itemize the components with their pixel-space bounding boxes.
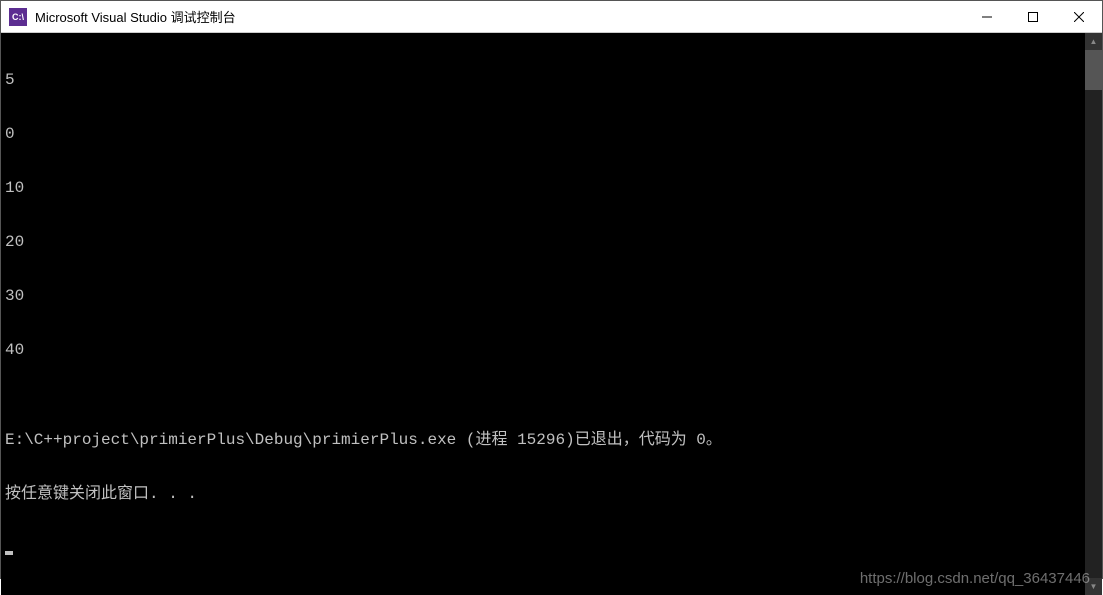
minimize-button[interactable]: [964, 1, 1010, 32]
maximize-button[interactable]: [1010, 1, 1056, 32]
output-line: 30: [5, 287, 1081, 305]
output-line: 5: [5, 71, 1081, 89]
output-line: 0: [5, 125, 1081, 143]
scroll-up-button[interactable]: ▲: [1085, 33, 1102, 50]
console-output[interactable]: 5 0 10 20 30 40 E:\C++project\primierPlu…: [1, 33, 1085, 595]
scroll-down-button[interactable]: ▼: [1085, 578, 1102, 595]
output-line: E:\C++project\primierPlus\Debug\primierP…: [5, 431, 1081, 449]
cursor-icon: [5, 551, 13, 555]
titlebar[interactable]: C:\ Microsoft Visual Studio 调试控制台: [1, 1, 1102, 33]
cursor-line: [5, 539, 1081, 557]
output-line: 20: [5, 233, 1081, 251]
window-controls: [964, 1, 1102, 32]
window-title: Microsoft Visual Studio 调试控制台: [35, 7, 964, 26]
output-line: 按任意键关闭此窗口. . .: [5, 485, 1081, 503]
app-icon: C:\: [9, 8, 27, 26]
output-line: 10: [5, 179, 1081, 197]
console-window: C:\ Microsoft Visual Studio 调试控制台 5 0 10…: [0, 0, 1103, 579]
console-area: 5 0 10 20 30 40 E:\C++project\primierPlu…: [1, 33, 1102, 595]
close-button[interactable]: [1056, 1, 1102, 32]
scroll-thumb[interactable]: [1085, 50, 1102, 90]
vertical-scrollbar[interactable]: ▲ ▼: [1085, 33, 1102, 595]
output-line: 40: [5, 341, 1081, 359]
